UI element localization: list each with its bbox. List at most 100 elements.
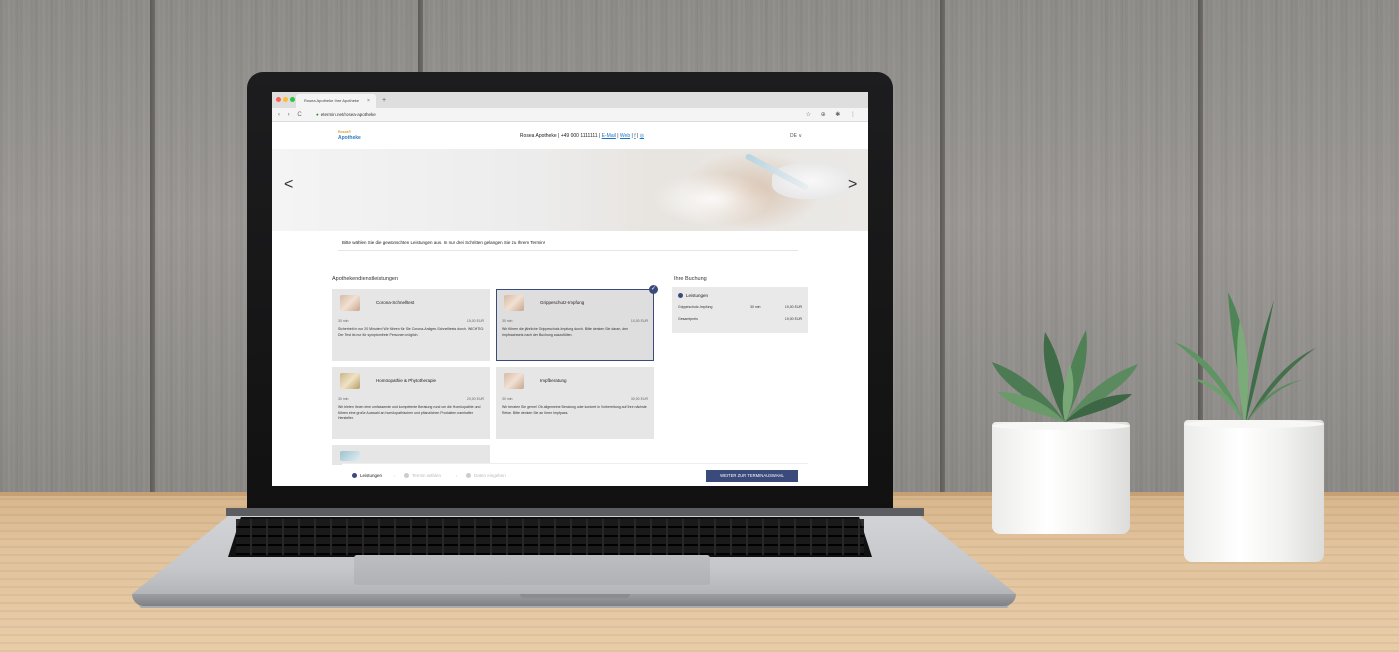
service-meta: 30 min 20,00 EUR xyxy=(338,396,484,402)
service-description: Sicherheit in nur 20 Minuten! Wir führen… xyxy=(338,327,485,337)
step-label: Daten eingeben xyxy=(474,473,506,478)
email-link[interactable]: E-Mail xyxy=(602,133,616,139)
booking-steps-bar: Leistungen › Termin wählen › Daten einge… xyxy=(342,463,808,486)
service-duration: 30 min xyxy=(502,397,513,401)
step-inactive-icon xyxy=(466,473,471,479)
pharmacy-contact-line: Rosea Apotheke | +49 000 1111111 | E-Mai… xyxy=(452,129,712,143)
separator: | xyxy=(598,133,601,139)
browser-nav-icons[interactable]: ‹ › C xyxy=(278,108,305,122)
service-duration: 30 min xyxy=(338,319,349,323)
hero-image: < > xyxy=(272,149,868,231)
booking-item-row: Grippeschutz-Impfung 30 min 10,00 EUR xyxy=(678,304,802,311)
url-field[interactable]: ● etermin.net/rosea-apotheke xyxy=(316,110,776,120)
service-description: Wir führen die jährliche Grippeschutz-Im… xyxy=(502,327,629,337)
pot-right xyxy=(1184,420,1324,562)
minimize-window-icon[interactable] xyxy=(283,97,288,102)
booking-total-row: Gesamtpreis 10,00 EUR xyxy=(678,316,802,323)
service-description: Wir beraten Sie gerne! Ob allgemeine Ber… xyxy=(502,405,647,415)
services-section-title: Apothekendienstleistungen xyxy=(332,276,399,282)
photo-scene: Rosea Apotheke Ihre Apotheke × + ‹ › C ●… xyxy=(0,0,1399,652)
browser-tool-icons[interactable]: ☆ ⊕ ✱ ⋮ xyxy=(806,108,860,122)
url-path: /rosea-apotheke xyxy=(343,112,376,117)
site-header: Rosea® Apotheke Rosea Apotheke | +49 000… xyxy=(272,123,868,149)
booking-site: Rosea® Apotheke Rosea Apotheke | +49 000… xyxy=(272,123,868,486)
separator: | xyxy=(617,133,619,139)
gloved-hand-image xyxy=(772,163,852,199)
browser-tab-strip: Rosea Apotheke Ihre Apotheke × + xyxy=(272,92,868,108)
service-price: 10,00 EUR xyxy=(630,319,648,323)
address-bar: ‹ › C ● etermin.net/rosea-apotheke ☆ ⊕ ✱ … xyxy=(272,108,868,122)
new-tab-icon[interactable]: + xyxy=(382,94,386,108)
service-duration: 30 min xyxy=(338,397,349,401)
logo-bottom-text: Apotheke xyxy=(338,135,361,141)
web-link[interactable]: Web xyxy=(620,133,630,139)
booking-bullet-icon xyxy=(678,293,683,299)
pharmacy-phone[interactable]: +49 000 1111111 xyxy=(561,133,598,139)
service-duration: 30 min xyxy=(502,319,513,323)
tab-close-icon[interactable]: × xyxy=(367,94,370,108)
lock-icon: ● xyxy=(316,112,319,117)
succulent-plant-left xyxy=(992,330,1138,422)
service-description: Wir bieten Ihnen eine umfassende und kom… xyxy=(338,405,481,420)
booking-section-label: Leistungen xyxy=(678,292,708,299)
service-title: Homöopathie & Phytotherapie xyxy=(376,378,437,383)
booking-title: Ihre Buchung xyxy=(674,276,707,282)
separator: | xyxy=(631,133,633,139)
pot-left xyxy=(992,422,1130,534)
service-title: Corona-Schnelltest xyxy=(376,300,415,305)
service-price: 30,00 EUR xyxy=(630,397,648,401)
step-label: Leistungen xyxy=(360,473,383,478)
step-separator: › xyxy=(456,473,458,478)
service-meta: 30 min 15,00 EUR xyxy=(338,318,484,324)
booking-item-price: 10,00 EUR xyxy=(784,305,802,309)
succulent-plant-right xyxy=(1174,292,1316,425)
laptop-keys xyxy=(236,519,864,555)
service-thumbnail xyxy=(340,373,360,389)
close-window-icon[interactable] xyxy=(276,97,281,102)
laptop-notch xyxy=(520,594,630,598)
service-card-homeopathy[interactable]: Homöopathie & Phytotherapie 30 min 20,00… xyxy=(332,367,490,439)
plank-gap xyxy=(940,0,945,492)
pharmacy-name: Rosea Apotheke xyxy=(519,133,557,139)
booking-summary: Leistungen Grippeschutz-Impfung 30 min 1… xyxy=(672,287,808,333)
separator: | xyxy=(558,133,560,139)
maximize-window-icon[interactable] xyxy=(290,97,295,102)
carousel-prev-icon[interactable]: < xyxy=(284,175,293,195)
service-thumbnail xyxy=(340,451,360,461)
booking-total-price: 10,00 EUR xyxy=(784,317,802,321)
carousel-next-icon[interactable]: > xyxy=(848,175,857,195)
booking-total-label: Gesamtpreis xyxy=(678,317,698,321)
service-card-corona-test[interactable]: Corona-Schnelltest 30 min 15,00 EUR Sich… xyxy=(332,289,490,361)
step-enter-data[interactable]: Daten eingeben xyxy=(466,464,506,486)
step-services[interactable]: Leistungen xyxy=(352,464,382,486)
booking-item-duration: 30 min xyxy=(750,305,761,309)
url-host: etermin.net xyxy=(320,112,344,117)
language-select[interactable]: DE ∨ xyxy=(790,129,802,143)
service-title: Impfberatung xyxy=(540,378,567,383)
laptop-screen: Rosea Apotheke Ihre Apotheke × + ‹ › C ●… xyxy=(272,92,868,486)
service-meta: 30 min 10,00 EUR xyxy=(502,318,648,324)
service-title: Grippeschutz-Impfung xyxy=(540,300,585,305)
continue-button[interactable]: WEITER ZUR TERMINAUSWAHL xyxy=(706,470,798,482)
step-label: Termin wählen xyxy=(412,473,442,478)
separator: | xyxy=(637,133,639,139)
service-price: 20,00 EUR xyxy=(466,397,484,401)
browser-tab[interactable]: Rosea Apotheke Ihre Apotheke xyxy=(296,94,376,108)
service-meta: 30 min 30,00 EUR xyxy=(502,396,648,402)
instagram-icon[interactable]: ◎ xyxy=(640,133,644,139)
service-price: 15,00 EUR xyxy=(466,319,484,323)
service-thumbnail xyxy=(504,295,524,311)
service-card-vaccination-advice[interactable]: Impfberatung 30 min 30,00 EUR Wir berate… xyxy=(496,367,654,439)
laptop-hinge xyxy=(226,508,924,516)
facebook-icon[interactable]: f xyxy=(634,133,635,139)
plank-gap xyxy=(150,0,155,492)
step-inactive-icon xyxy=(404,473,409,479)
service-card-partial[interactable] xyxy=(332,445,490,465)
service-thumbnail xyxy=(340,295,360,311)
booking-item-name: Grippeschutz-Impfung xyxy=(678,305,713,309)
service-card-flu-vaccination[interactable]: Grippeschutz-Impfung 30 min 10,00 EUR Wi… xyxy=(496,285,658,361)
booking-section-text: Leistungen xyxy=(686,293,709,298)
step-choose-date[interactable]: Termin wählen xyxy=(404,464,441,486)
pharmacy-logo[interactable]: Rosea® Apotheke xyxy=(338,129,366,143)
service-thumbnail xyxy=(504,373,524,389)
